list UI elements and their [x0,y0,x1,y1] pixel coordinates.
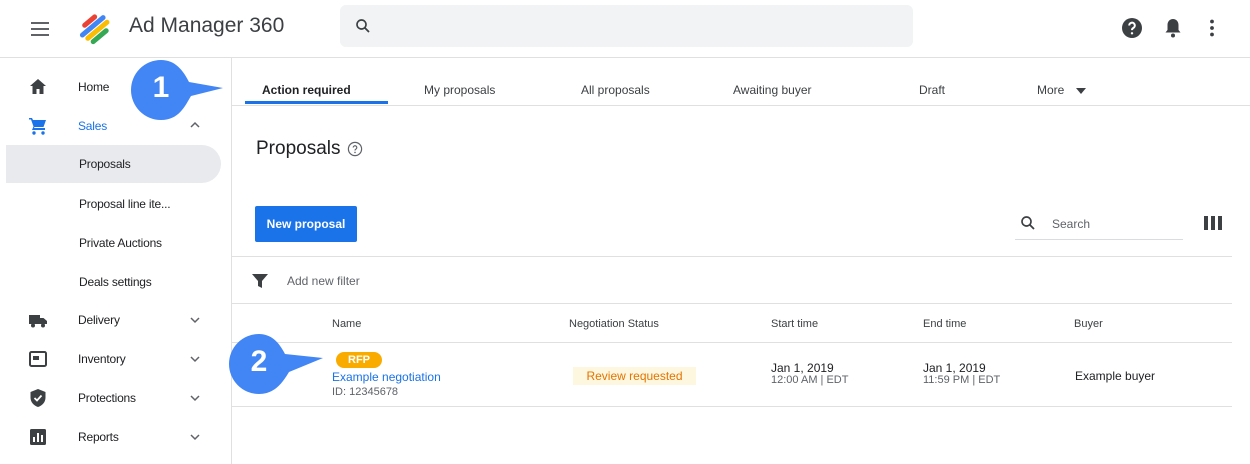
sidebar-item-proposal-line-items[interactable]: Proposal line ite... [0,184,230,222]
end-time: 11:59 PM | EDT [923,374,1001,386]
search-placeholder: Search [1052,217,1091,231]
column-header-end-time[interactable]: End time [923,318,966,330]
sidebar-item-label: Protections [78,391,136,405]
active-tab-indicator [245,101,388,104]
sidebar-item-reports[interactable]: Reports [0,418,230,456]
top-app-bar: Ad Manager 360 [0,0,1250,58]
truck-icon [29,315,47,328]
column-header-name[interactable]: Name [332,318,361,330]
global-search-input[interactable] [340,5,913,47]
menu-icon[interactable] [28,17,52,41]
sidebar-item-label: Private Auctions [79,236,162,250]
chevron-down-icon[interactable] [188,391,202,405]
sidebar-item-label: Inventory [78,352,126,366]
table-search-input[interactable]: Search [1015,206,1183,240]
start-date: Jan 1, 2019 [771,361,834,375]
proposal-name-link[interactable]: Example negotiation [332,370,441,384]
sidebar-item-proposals[interactable]: Proposals [6,145,221,183]
sidebar-item-inventory[interactable]: Inventory [0,340,230,378]
app-title: Ad Manager 360 [129,14,285,37]
tab-all-proposals[interactable]: All proposals [581,83,650,97]
callout-1: 1 [131,58,227,122]
reports-icon [30,429,46,445]
tab-more[interactable]: More [1037,83,1086,97]
add-filter-row[interactable]: Add new filter [232,256,1232,304]
end-date: Jan 1, 2019 [923,361,986,375]
sidebar-item-protections[interactable]: Protections [0,379,230,417]
search-icon [1021,216,1035,230]
sidebar-item-label: Delivery [78,313,120,327]
sidebar-item-label: Proposals [79,157,131,171]
sidebar-item-deals-settings[interactable]: Deals settings [0,262,230,300]
tab-awaiting-buyer[interactable]: Awaiting buyer [733,83,812,97]
search-icon [356,19,370,33]
cart-icon [29,118,46,135]
columns-icon[interactable] [1204,216,1222,230]
proposal-id: ID: 12345678 [332,386,399,398]
tab-more-label: More [1037,83,1065,97]
sidebar-item-label: Deals settings [79,275,152,289]
caret-down-icon [1075,87,1086,94]
column-header-buyer[interactable]: Buyer [1074,318,1103,330]
chevron-down-icon[interactable] [188,313,202,327]
sidebar-item-label: Reports [78,430,119,444]
column-header-start-time[interactable]: Start time [771,318,818,330]
chevron-down-icon[interactable] [188,430,202,444]
sidebar-item-private-auctions[interactable]: Private Auctions [0,223,230,261]
start-time: 12:00 AM | EDT [771,374,849,386]
tab-my-proposals[interactable]: My proposals [424,83,495,97]
callout-2: 2 [223,332,327,396]
negotiation-status-chip: Review requested [573,367,696,385]
page-title: Proposals [256,138,341,159]
table-header-divider [232,342,1232,343]
column-header-negotiation-status[interactable]: Negotiation Status [569,318,659,330]
buyer-name: Example buyer [1075,369,1156,383]
tab-action-required[interactable]: Action required [262,83,351,97]
tab-draft[interactable]: Draft [919,83,945,97]
home-icon [30,79,46,94]
ad-manager-logo[interactable] [75,9,115,49]
add-filter-label: Add new filter [287,274,360,288]
callout-2-number: 2 [250,345,268,378]
proposal-tabs [232,58,1250,106]
filter-icon [252,274,268,288]
table-row-divider [232,406,1232,407]
callout-1-number: 1 [152,71,170,104]
sidebar-item-label: Home [78,80,110,94]
rfp-badge: RFP [336,352,382,368]
inventory-icon [29,351,47,367]
chevron-down-icon[interactable] [188,352,202,366]
sidebar-item-label: Sales [78,119,108,133]
notifications-icon[interactable] [1161,16,1185,40]
shield-icon [30,389,46,407]
help-outline-icon[interactable] [347,141,363,157]
new-proposal-button[interactable]: New proposal [255,206,357,242]
more-vert-icon[interactable] [1200,16,1224,40]
sidebar-item-delivery[interactable]: Delivery [0,301,230,339]
sidebar-item-label: Proposal line ite... [79,197,171,211]
help-icon[interactable] [1120,16,1144,40]
